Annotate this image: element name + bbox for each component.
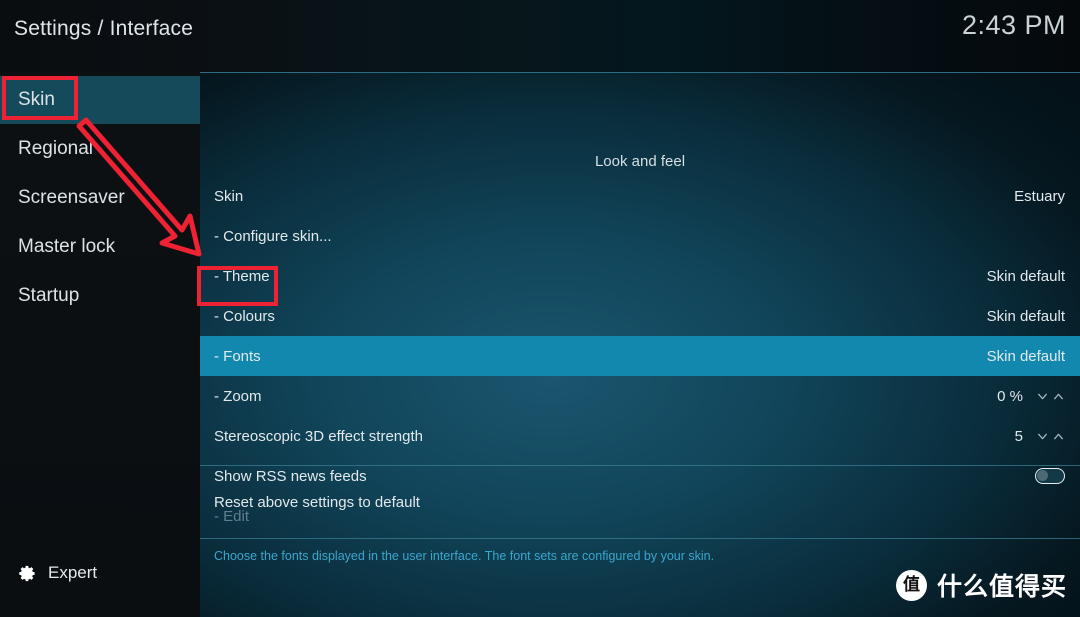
help-divider <box>200 538 1080 539</box>
setting-label: - Theme <box>214 267 270 285</box>
setting-row-colours[interactable]: - Colours Skin default <box>200 296 1080 336</box>
setting-row-fonts[interactable]: - Fonts Skin default <box>200 336 1080 376</box>
chevron-up-icon[interactable] <box>1052 390 1065 403</box>
help-text: Choose the fonts displayed in the user i… <box>214 549 715 563</box>
sidebar-item-master-lock[interactable]: Master lock <box>0 223 200 271</box>
setting-row-zoom[interactable]: - Zoom 0 % <box>200 376 1080 416</box>
watermark-text: 什么值得买 <box>936 572 1067 601</box>
setting-value: Skin default <box>986 307 1065 325</box>
sidebar-item-label: Screensaver <box>18 187 125 208</box>
setting-value: Skin default <box>986 347 1065 365</box>
chevron-up-icon[interactable] <box>1052 430 1065 443</box>
settings-level-toggle[interactable]: Expert <box>0 556 200 590</box>
setting-label: Skin <box>214 187 244 205</box>
setting-row-reset-defaults[interactable]: Reset above settings to default <box>200 466 1080 538</box>
clock: 2:43 PM <box>961 10 1066 40</box>
group-title: Look and feel <box>594 153 686 170</box>
setting-row-skin[interactable]: Skin Estuary <box>200 176 1080 216</box>
stereoscopic-spinner[interactable] <box>1036 430 1065 443</box>
setting-label: - Zoom <box>214 387 262 405</box>
setting-label: - Colours <box>214 307 275 325</box>
setting-value: 5 <box>1014 427 1023 445</box>
setting-label: - Fonts <box>214 347 261 365</box>
setting-value: 0 % <box>997 387 1023 405</box>
setting-row-stereoscopic-3d-effect-strength[interactable]: Stereoscopic 3D effect strength 5 <box>200 416 1080 456</box>
settings-content-panel: Look and feel Skin Estuary - Configure s… <box>200 72 1080 617</box>
sidebar-item-label: Regional <box>18 138 93 159</box>
gear-icon <box>19 565 35 581</box>
chevron-down-icon[interactable] <box>1036 430 1049 443</box>
sidebar-item-skin[interactable]: Skin <box>0 76 200 124</box>
setting-value: Skin default <box>986 267 1065 285</box>
watermark-badge-icon: 值 <box>895 569 927 601</box>
category-sidebar: Skin Regional Screensaver Master lock St… <box>0 72 200 617</box>
setting-value-group: 0 % <box>997 388 1065 405</box>
settings-level-label: Expert <box>48 563 98 582</box>
setting-row-theme[interactable]: - Theme Skin default <box>200 256 1080 296</box>
watermark: 值 什么值得买 <box>895 567 1067 603</box>
window-header: Settings / Interface 2:43 PM <box>0 0 1080 72</box>
sidebar-item-screensaver[interactable]: Screensaver <box>0 174 200 222</box>
sidebar-item-label: Skin <box>18 89 55 110</box>
setting-label: Stereoscopic 3D effect strength <box>214 427 424 445</box>
sidebar-item-regional[interactable]: Regional <box>0 125 200 173</box>
breadcrumb-title: Settings / Interface <box>14 17 194 40</box>
kodi-settings-screen: Settings / Interface 2:43 PM Skin Region… <box>0 0 1080 617</box>
chevron-down-icon[interactable] <box>1036 390 1049 403</box>
sidebar-item-startup[interactable]: Startup <box>0 272 200 320</box>
zoom-spinner[interactable] <box>1036 390 1065 403</box>
setting-value: Estuary <box>1014 187 1065 205</box>
setting-value-group: 5 <box>1015 428 1065 445</box>
sidebar-item-label: Startup <box>18 285 80 306</box>
setting-row-configure-skin[interactable]: - Configure skin... <box>200 216 1080 256</box>
sidebar-item-label: Master lock <box>18 236 116 257</box>
setting-label: - Configure skin... <box>214 227 332 245</box>
setting-label: Reset above settings to default <box>214 493 420 511</box>
top-divider <box>200 72 1080 73</box>
